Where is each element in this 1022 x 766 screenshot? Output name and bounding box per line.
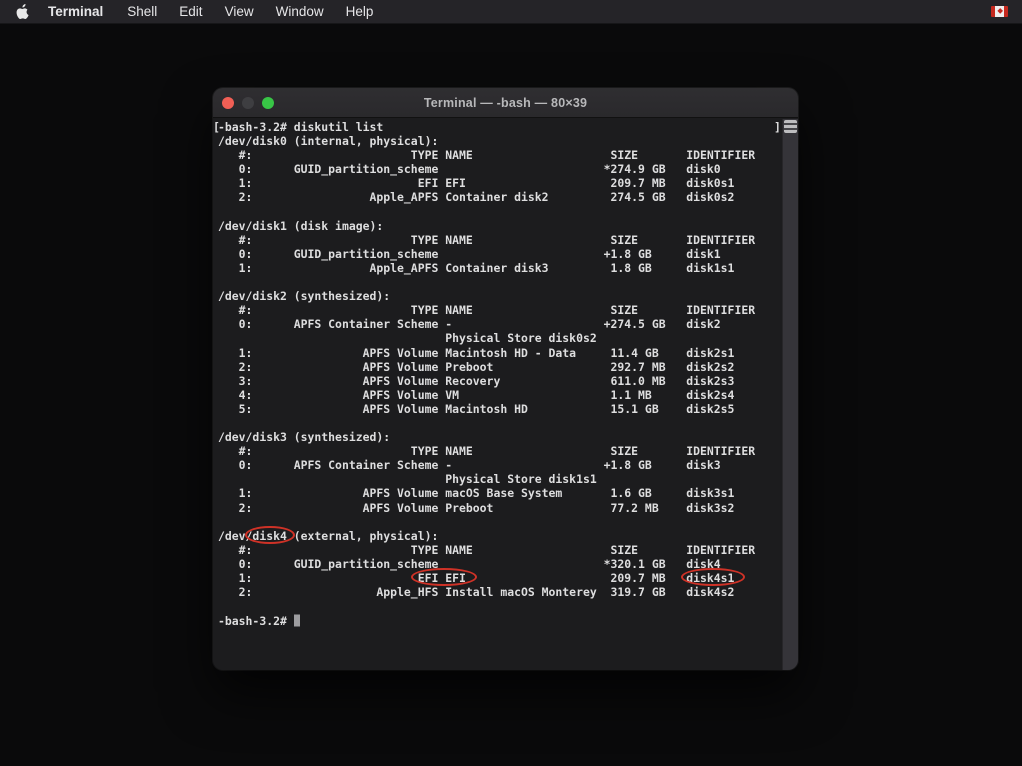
terminal-line: 1: APFS Volume macOS Base System 1.6 GB … — [218, 486, 782, 500]
close-button[interactable] — [222, 97, 234, 109]
terminal-line: 0: APFS Container Scheme - +274.5 GB dis… — [218, 317, 782, 331]
terminal-line: 2: APFS Volume Preboot 292.7 MB disk2s2 — [218, 360, 782, 374]
terminal-cursor — [294, 615, 301, 627]
apple-menu[interactable] — [16, 4, 29, 19]
scrollbar-thumb-icon[interactable] — [784, 120, 797, 133]
terminal-line: #: TYPE NAME SIZE IDENTIFIER — [218, 543, 782, 557]
terminal-line: Physical Store disk1s1 — [218, 472, 782, 486]
terminal-window: Terminal — -bash — 80×39 -bash-3.2# disk… — [213, 88, 798, 670]
window-title: Terminal — -bash — 80×39 — [213, 96, 798, 110]
terminal-line: /dev/disk2 (synthesized): — [218, 289, 782, 303]
terminal-line: 0: GUID_partition_scheme *320.1 GB disk4 — [218, 557, 782, 571]
menu-item-view[interactable]: View — [214, 0, 265, 24]
command-mark-open: [ — [213, 120, 220, 134]
menu-item-edit[interactable]: Edit — [168, 0, 213, 24]
scrollbar[interactable] — [782, 119, 798, 670]
terminal-content[interactable]: -bash-3.2# diskutil list[]/dev/disk0 (in… — [213, 119, 798, 670]
input-source-flag-icon[interactable] — [991, 6, 1008, 17]
terminal-line — [218, 599, 782, 613]
terminal-line: 1: EFI EFI 209.7 MB disk4s1 — [218, 571, 782, 585]
terminal-line: 0: GUID_partition_scheme +1.8 GB disk1 — [218, 247, 782, 261]
zoom-button[interactable] — [262, 97, 274, 109]
terminal-line — [218, 416, 782, 430]
terminal-line: 1: APFS Volume Macintosh HD - Data 11.4 … — [218, 346, 782, 360]
menu-item-terminal[interactable]: Terminal — [37, 0, 114, 24]
terminal-line: 2: Apple_HFS Install macOS Monterey 319.… — [218, 585, 782, 599]
terminal-line: #: TYPE NAME SIZE IDENTIFIER — [218, 444, 782, 458]
terminal-line — [218, 515, 782, 529]
terminal-line: #: TYPE NAME SIZE IDENTIFIER — [218, 148, 782, 162]
terminal-line: 2: Apple_APFS Container disk2 274.5 GB d… — [218, 190, 782, 204]
menu-item-window[interactable]: Window — [265, 0, 335, 24]
terminal-line: 5: APFS Volume Macintosh HD 15.1 GB disk… — [218, 402, 782, 416]
terminal-line: 3: APFS Volume Recovery 611.0 MB disk2s3 — [218, 374, 782, 388]
terminal-line: 1: EFI EFI 209.7 MB disk0s1 — [218, 176, 782, 190]
apple-icon — [16, 4, 29, 19]
command-mark-close: ] — [774, 120, 781, 134]
terminal-line: /dev/disk1 (disk image): — [218, 219, 782, 233]
terminal-line: 1: Apple_APFS Container disk3 1.8 GB dis… — [218, 261, 782, 275]
terminal-line: /dev/disk0 (internal, physical): — [218, 134, 782, 148]
terminal-output: -bash-3.2# diskutil list[]/dev/disk0 (in… — [218, 120, 782, 627]
terminal-line: #: TYPE NAME SIZE IDENTIFIER — [218, 233, 782, 247]
terminal-line — [218, 275, 782, 289]
menu-item-shell[interactable]: Shell — [116, 0, 168, 24]
terminal-line: 4: APFS Volume VM 1.1 MB disk2s4 — [218, 388, 782, 402]
minimize-button[interactable] — [242, 97, 254, 109]
menu-bar: Terminal Shell Edit View Window Help — [0, 0, 1022, 24]
terminal-line: -bash-3.2# — [218, 613, 782, 627]
terminal-line: 2: APFS Volume Preboot 77.2 MB disk3s2 — [218, 501, 782, 515]
terminal-line: Physical Store disk0s2 — [218, 331, 782, 345]
terminal-line: 0: APFS Container Scheme - +1.8 GB disk3 — [218, 458, 782, 472]
terminal-line — [218, 205, 782, 219]
terminal-line: 0: GUID_partition_scheme *274.9 GB disk0 — [218, 162, 782, 176]
menu-item-help[interactable]: Help — [335, 0, 385, 24]
terminal-line: -bash-3.2# diskutil list[] — [218, 120, 782, 134]
terminal-line: /dev/disk4 (external, physical): — [218, 529, 782, 543]
window-titlebar[interactable]: Terminal — -bash — 80×39 — [213, 88, 798, 118]
terminal-line: #: TYPE NAME SIZE IDENTIFIER — [218, 303, 782, 317]
terminal-line: /dev/disk3 (synthesized): — [218, 430, 782, 444]
